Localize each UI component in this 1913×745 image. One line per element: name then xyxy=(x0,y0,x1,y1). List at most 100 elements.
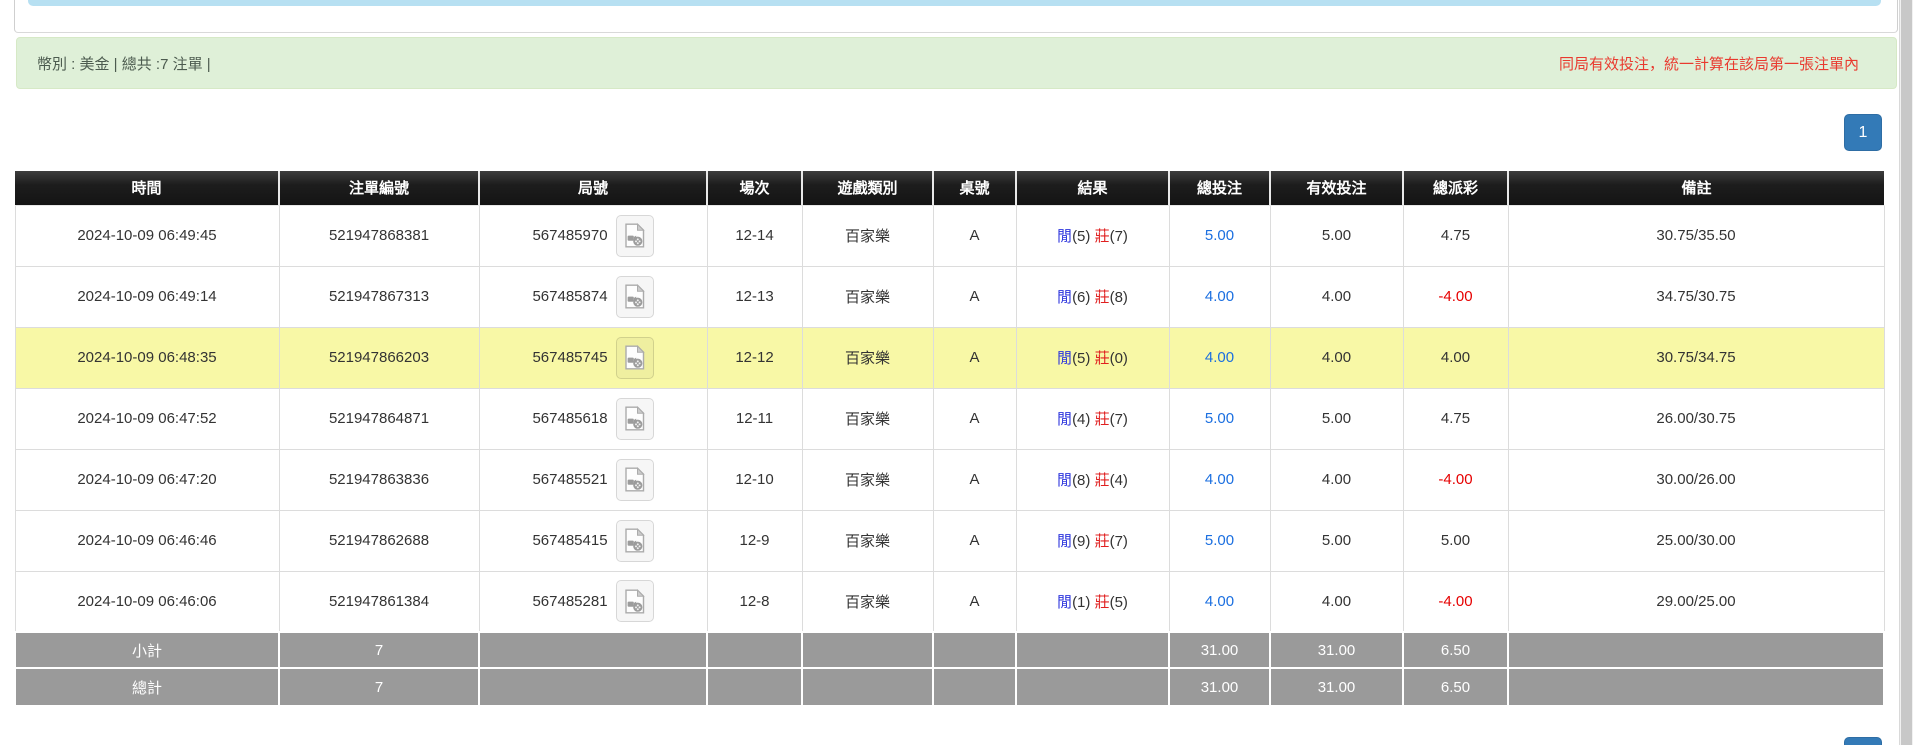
cell-time: 2024-10-09 06:46:06 xyxy=(15,571,279,632)
pagination-page-1-top[interactable]: 1 xyxy=(1844,114,1882,151)
subtotal-cell-10 xyxy=(1508,632,1884,668)
cell-session: 12-10 xyxy=(707,449,802,510)
result-banker-label: 莊 xyxy=(1095,411,1110,428)
cell-table-no: A xyxy=(933,510,1016,571)
table-row: 2024-10-09 06:46:46521947862688567485415… xyxy=(15,510,1884,571)
result-player-label: 閒 xyxy=(1057,472,1072,489)
total-bet-link[interactable]: 5.00 xyxy=(1205,532,1234,549)
total-bet-link[interactable]: 4.00 xyxy=(1205,288,1234,305)
total-bet-link[interactable]: 5.00 xyxy=(1205,410,1234,427)
cell-payout: -4.00 xyxy=(1403,266,1508,327)
cell-table-no: A xyxy=(933,327,1016,388)
cell-bet-id: 521947868381 xyxy=(279,205,479,266)
cell-total-bet: 5.00 xyxy=(1169,510,1270,571)
cell-game-type: 百家樂 xyxy=(802,327,933,388)
cell-bet-id: 521947861384 xyxy=(279,571,479,632)
cell-valid-bet: 4.00 xyxy=(1270,266,1403,327)
cell-session: 12-9 xyxy=(707,510,802,571)
video-replay-button[interactable] xyxy=(616,398,654,440)
cell-time: 2024-10-09 06:46:46 xyxy=(15,510,279,571)
result-player-value: (5) xyxy=(1072,228,1090,245)
grand-total-row: 總計731.0031.006.50 xyxy=(15,668,1884,706)
result-player-value: (1) xyxy=(1072,594,1090,611)
result-banker-label: 莊 xyxy=(1095,594,1110,611)
result-banker-value: (5) xyxy=(1110,594,1128,611)
cell-table-no: A xyxy=(933,571,1016,632)
result-banker-label: 莊 xyxy=(1095,228,1110,245)
result-player-label: 閒 xyxy=(1057,533,1072,550)
pagination-page-1-bottom[interactable]: 1 xyxy=(1844,737,1882,745)
cell-result: 閒(8) 莊(4) xyxy=(1016,449,1169,510)
subtotal-cell-8: 31.00 xyxy=(1270,632,1403,668)
subtotal-cell-9: 6.50 xyxy=(1403,632,1508,668)
result-banker-value: (0) xyxy=(1110,350,1128,367)
vertical-scrollbar[interactable] xyxy=(1899,0,1913,745)
result-player-value: (4) xyxy=(1072,411,1090,428)
total-bet-link[interactable]: 4.00 xyxy=(1205,349,1234,366)
cell-remark: 30.00/26.00 xyxy=(1508,449,1884,510)
result-player-label: 閒 xyxy=(1057,289,1072,306)
video-replay-button[interactable] xyxy=(616,337,654,379)
video-replay-button[interactable] xyxy=(616,276,654,318)
grand-total-cell-3 xyxy=(707,668,802,706)
video-replay-button[interactable] xyxy=(616,580,654,622)
bet-records-table: 時間注單編號局號場次遊戲類別桌號結果總投注有效投注總派彩備註 2024-10-0… xyxy=(14,171,1885,707)
result-player-label: 閒 xyxy=(1057,594,1072,611)
scrollbar-thumb[interactable] xyxy=(1901,0,1912,745)
cell-session: 12-14 xyxy=(707,205,802,266)
round-id-value: 567485521 xyxy=(532,471,607,488)
column-header-3: 場次 xyxy=(707,171,802,205)
cell-time: 2024-10-09 06:48:35 xyxy=(15,327,279,388)
cell-result: 閒(1) 莊(5) xyxy=(1016,571,1169,632)
round-id-value: 567485745 xyxy=(532,349,607,366)
cell-round-id: 567485745 xyxy=(479,327,707,388)
table-row: 2024-10-09 06:49:45521947868381567485970… xyxy=(15,205,1884,266)
subtotal-cell-6 xyxy=(1016,632,1169,668)
cell-remark: 34.75/30.75 xyxy=(1508,266,1884,327)
result-banker-value: (7) xyxy=(1110,533,1128,550)
result-player-value: (8) xyxy=(1072,472,1090,489)
column-header-6: 結果 xyxy=(1016,171,1169,205)
subtotal-cell-5 xyxy=(933,632,1016,668)
cell-bet-id: 521947864871 xyxy=(279,388,479,449)
cell-remark: 26.00/30.75 xyxy=(1508,388,1884,449)
video-replay-icon xyxy=(624,345,645,370)
cell-payout: 4.75 xyxy=(1403,388,1508,449)
total-bet-link[interactable]: 4.00 xyxy=(1205,471,1234,488)
subtotal-cell-0: 小計 xyxy=(15,632,279,668)
column-header-1: 注單編號 xyxy=(279,171,479,205)
cell-payout: 4.75 xyxy=(1403,205,1508,266)
cell-total-bet: 4.00 xyxy=(1169,449,1270,510)
table-row: 2024-10-09 06:47:52521947864871567485618… xyxy=(15,388,1884,449)
video-replay-button[interactable] xyxy=(616,520,654,562)
cell-time: 2024-10-09 06:49:45 xyxy=(15,205,279,266)
result-player-label: 閒 xyxy=(1057,350,1072,367)
total-bet-link[interactable]: 4.00 xyxy=(1205,593,1234,610)
grand-total-cell-5 xyxy=(933,668,1016,706)
result-banker-value: (4) xyxy=(1110,472,1128,489)
table-row: 2024-10-09 06:48:35521947866203 567485745… xyxy=(15,327,1884,388)
total-bet-link[interactable]: 5.00 xyxy=(1205,227,1234,244)
cell-result: 閒(9) 莊(7) xyxy=(1016,510,1169,571)
cell-remark: 29.00/25.00 xyxy=(1508,571,1884,632)
grand-total-cell-2 xyxy=(479,668,707,706)
cell-remark: 25.00/30.00 xyxy=(1508,510,1884,571)
cell-result: 閒(4) 莊(7) xyxy=(1016,388,1169,449)
table-header-row: 時間注單編號局號場次遊戲類別桌號結果總投注有效投注總派彩備註 xyxy=(15,171,1884,205)
cell-round-id: 567485521 xyxy=(479,449,707,510)
table-row: 2024-10-09 06:46:06521947861384567485281… xyxy=(15,571,1884,632)
cell-payout: -4.00 xyxy=(1403,449,1508,510)
column-header-9: 總派彩 xyxy=(1403,171,1508,205)
video-replay-button[interactable] xyxy=(616,215,654,257)
cell-session: 12-8 xyxy=(707,571,802,632)
table-body: 2024-10-09 06:49:45521947868381567485970… xyxy=(15,205,1884,706)
subtotal-cell-7: 31.00 xyxy=(1169,632,1270,668)
cell-session: 12-13 xyxy=(707,266,802,327)
column-header-4: 遊戲類別 xyxy=(802,171,933,205)
cell-valid-bet: 4.00 xyxy=(1270,449,1403,510)
cell-total-bet: 4.00 xyxy=(1169,266,1270,327)
grand-total-cell-0: 總計 xyxy=(15,668,279,706)
result-banker-value: (7) xyxy=(1110,411,1128,428)
video-replay-button[interactable] xyxy=(616,459,654,501)
cell-bet-id: 521947866203 xyxy=(279,327,479,388)
